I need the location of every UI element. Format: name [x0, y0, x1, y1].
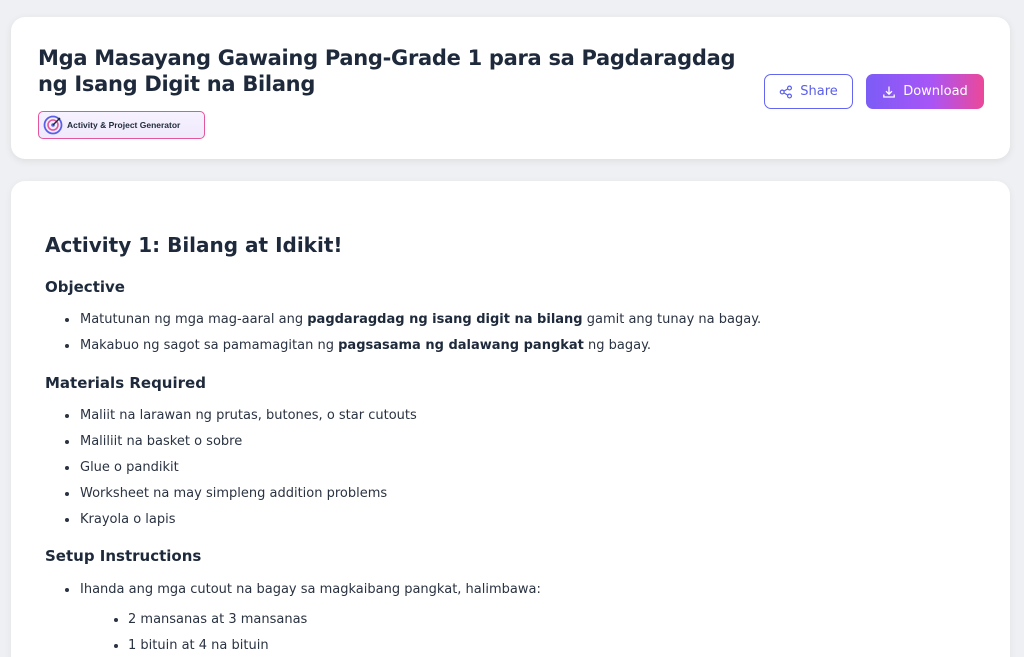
list-item: Ihanda ang mga cutout na bagay sa magkai…	[45, 577, 541, 603]
objective-list: Matutunan ng mga mag-aaral ang pagdaragd…	[45, 307, 761, 359]
activity-title: Activity 1: Bilang at Idikit!	[45, 233, 343, 257]
list-item: Krayola o lapis	[45, 507, 417, 533]
badge-label: Activity & Project Generator	[67, 120, 181, 130]
list-item: Glue o pandikit	[45, 455, 417, 481]
list-item: 1 bituin at 4 na bituin	[45, 633, 307, 657]
page-title: Mga Masayang Gawaing Pang-Grade 1 para s…	[38, 46, 736, 96]
objective-heading: Objective	[45, 278, 125, 296]
download-button[interactable]: Download	[866, 74, 984, 109]
generator-badge[interactable]: Activity & Project Generator	[38, 111, 205, 139]
materials-heading: Materials Required	[45, 374, 206, 392]
setup-sub-list: 2 mansanas at 3 mansanas 1 bituin at 4 n…	[45, 607, 307, 657]
header-card: Mga Masayang Gawaing Pang-Grade 1 para s…	[11, 17, 1010, 159]
target-arrow-icon	[43, 115, 63, 135]
download-label: Download	[903, 84, 968, 99]
content-card: Activity 1: Bilang at Idikit! Objective …	[11, 181, 1010, 657]
share-label: Share	[800, 84, 838, 99]
list-item: Makabuo ng sagot sa pamamagitan ng pagsa…	[45, 333, 761, 359]
list-item: Worksheet na may simpleng addition probl…	[45, 481, 417, 507]
setup-list: Ihanda ang mga cutout na bagay sa magkai…	[45, 577, 541, 603]
materials-list: Maliit na larawan ng prutas, butones, o …	[45, 403, 417, 533]
share-icon	[779, 85, 793, 99]
download-icon	[883, 86, 896, 98]
list-item: Matutunan ng mga mag-aaral ang pagdaragd…	[45, 307, 761, 333]
share-button[interactable]: Share	[764, 74, 853, 109]
list-item: Maliliit na basket o sobre	[45, 429, 417, 455]
list-item: Maliit na larawan ng prutas, butones, o …	[45, 403, 417, 429]
setup-heading: Setup Instructions	[45, 547, 202, 565]
list-item: 2 mansanas at 3 mansanas	[45, 607, 307, 633]
